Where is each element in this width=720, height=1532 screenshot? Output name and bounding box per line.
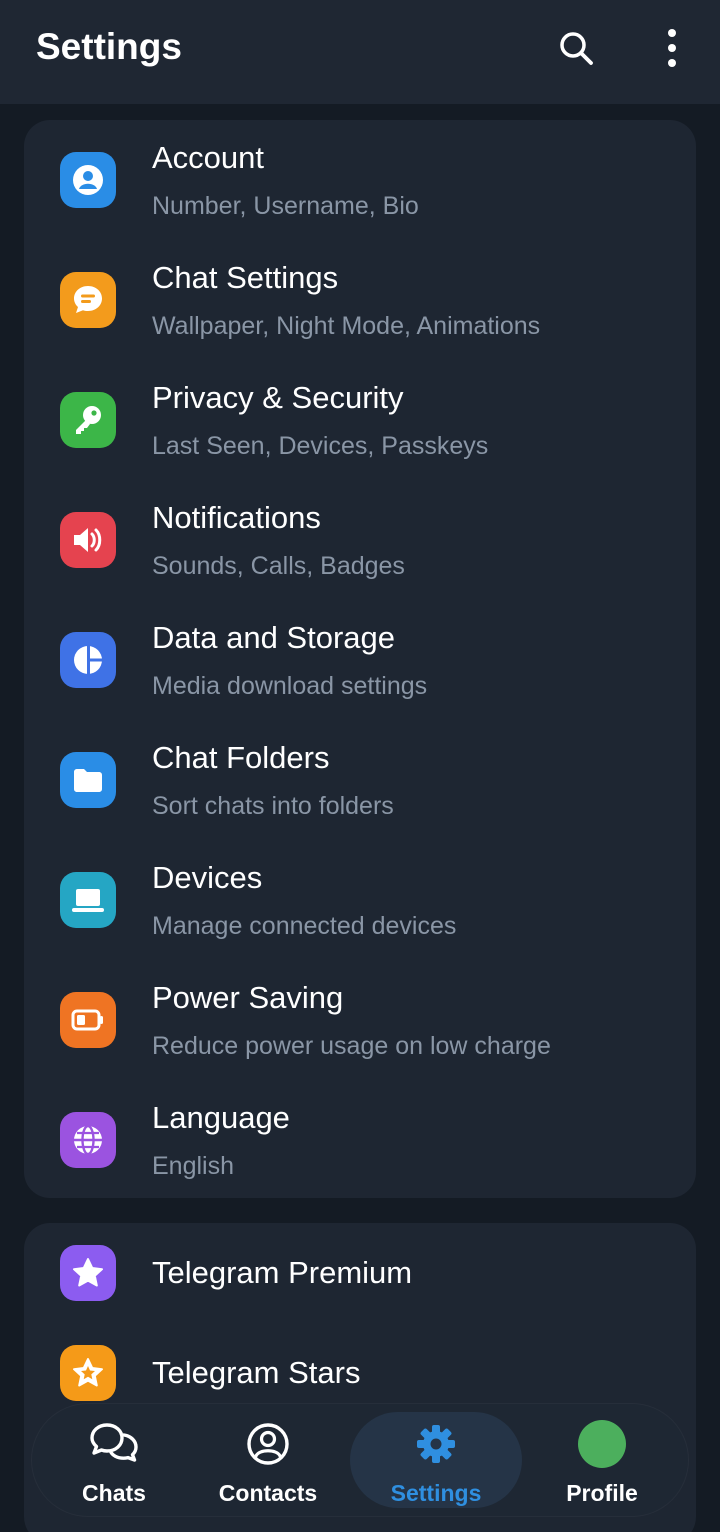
settings-item-title: Language [152,1100,290,1135]
globe-icon [60,1112,116,1168]
settings-item-title: Chat Folders [152,740,330,775]
settings-item-subtitle: Manage connected devices [152,912,457,940]
settings-item-title: Notifications [152,500,321,535]
settings-gear-icon [414,1420,458,1468]
key-icon [60,392,116,448]
settings-item-power-saving[interactable]: Power Saving Reduce power usage on low c… [24,960,696,1080]
nav-tab-chats[interactable]: Chats [52,1404,176,1516]
settings-item-title: Telegram Premium [152,1255,413,1290]
settings-item-subtitle: English [152,1152,234,1180]
settings-item-title: Devices [152,860,263,895]
more-vertical-icon [668,29,676,67]
settings-item-subtitle: Media download settings [152,672,428,700]
settings-item-subtitle: Sounds, Calls, Badges [152,552,405,580]
premium-star-icon [60,1245,116,1301]
search-icon [560,32,593,65]
settings-item-devices[interactable]: Devices Manage connected devices [24,840,696,960]
settings-item-data-storage[interactable]: Data and Storage Media download settings [24,600,696,720]
folder-icon [60,752,116,808]
more-options-button[interactable] [646,22,698,74]
settings-item-title: Privacy & Security [152,380,404,415]
chats-icon [89,1420,139,1468]
settings-screen: Settings Account Number, Username, Bio C… [0,0,720,1532]
settings-item-telegram-premium[interactable]: Telegram Premium [24,1223,696,1323]
pie-chart-icon [60,632,116,688]
battery-icon [60,992,116,1048]
avatar [578,1420,626,1468]
settings-item-chat-folders[interactable]: Chat Folders Sort chats into folders [24,720,696,840]
top-app-bar: Settings [0,0,720,104]
settings-item-subtitle: Number, Username, Bio [152,192,419,220]
settings-item-chat-settings[interactable]: Chat Settings Wallpaper, Night Mode, Ani… [24,240,696,360]
search-button[interactable] [550,22,602,74]
settings-item-notifications[interactable]: Notifications Sounds, Calls, Badges [24,480,696,600]
settings-item-title: Data and Storage [152,620,396,655]
contacts-icon [245,1420,291,1468]
nav-tab-label: Profile [566,1480,638,1506]
account-icon [60,152,116,208]
bottom-navigation: Chats Contacts Settings Profile [32,1404,688,1516]
settings-item-subtitle: Last Seen, Devices, Passkeys [152,432,489,460]
nav-tab-label: Chats [82,1480,146,1506]
profile-avatar [578,1420,626,1468]
settings-list: Account Number, Username, Bio Chat Setti… [24,120,696,1198]
nav-tab-settings[interactable]: Settings [350,1412,522,1508]
laptop-icon [60,872,116,928]
stars-icon [60,1345,116,1401]
nav-tab-profile[interactable]: Profile [544,1404,660,1516]
chat-settings-icon [60,272,116,328]
settings-item-subtitle: Sort chats into folders [152,792,394,820]
settings-item-privacy-security[interactable]: Privacy & Security Last Seen, Devices, P… [24,360,696,480]
page-title: Settings [36,26,182,67]
settings-item-subtitle: Reduce power usage on low charge [152,1032,551,1060]
settings-item-account[interactable]: Account Number, Username, Bio [24,120,696,240]
nav-tab-label: Contacts [218,1480,318,1506]
settings-item-title: Telegram Stars [152,1355,361,1390]
speaker-icon [60,512,116,568]
settings-item-title: Chat Settings [152,260,339,295]
settings-item-title: Power Saving [152,980,344,1015]
nav-tab-contacts[interactable]: Contacts [204,1404,332,1516]
settings-item-title: Account [152,140,265,175]
settings-item-subtitle: Wallpaper, Night Mode, Animations [152,312,541,340]
settings-item-language[interactable]: Language English [24,1080,696,1200]
nav-tab-label: Settings [390,1480,482,1506]
